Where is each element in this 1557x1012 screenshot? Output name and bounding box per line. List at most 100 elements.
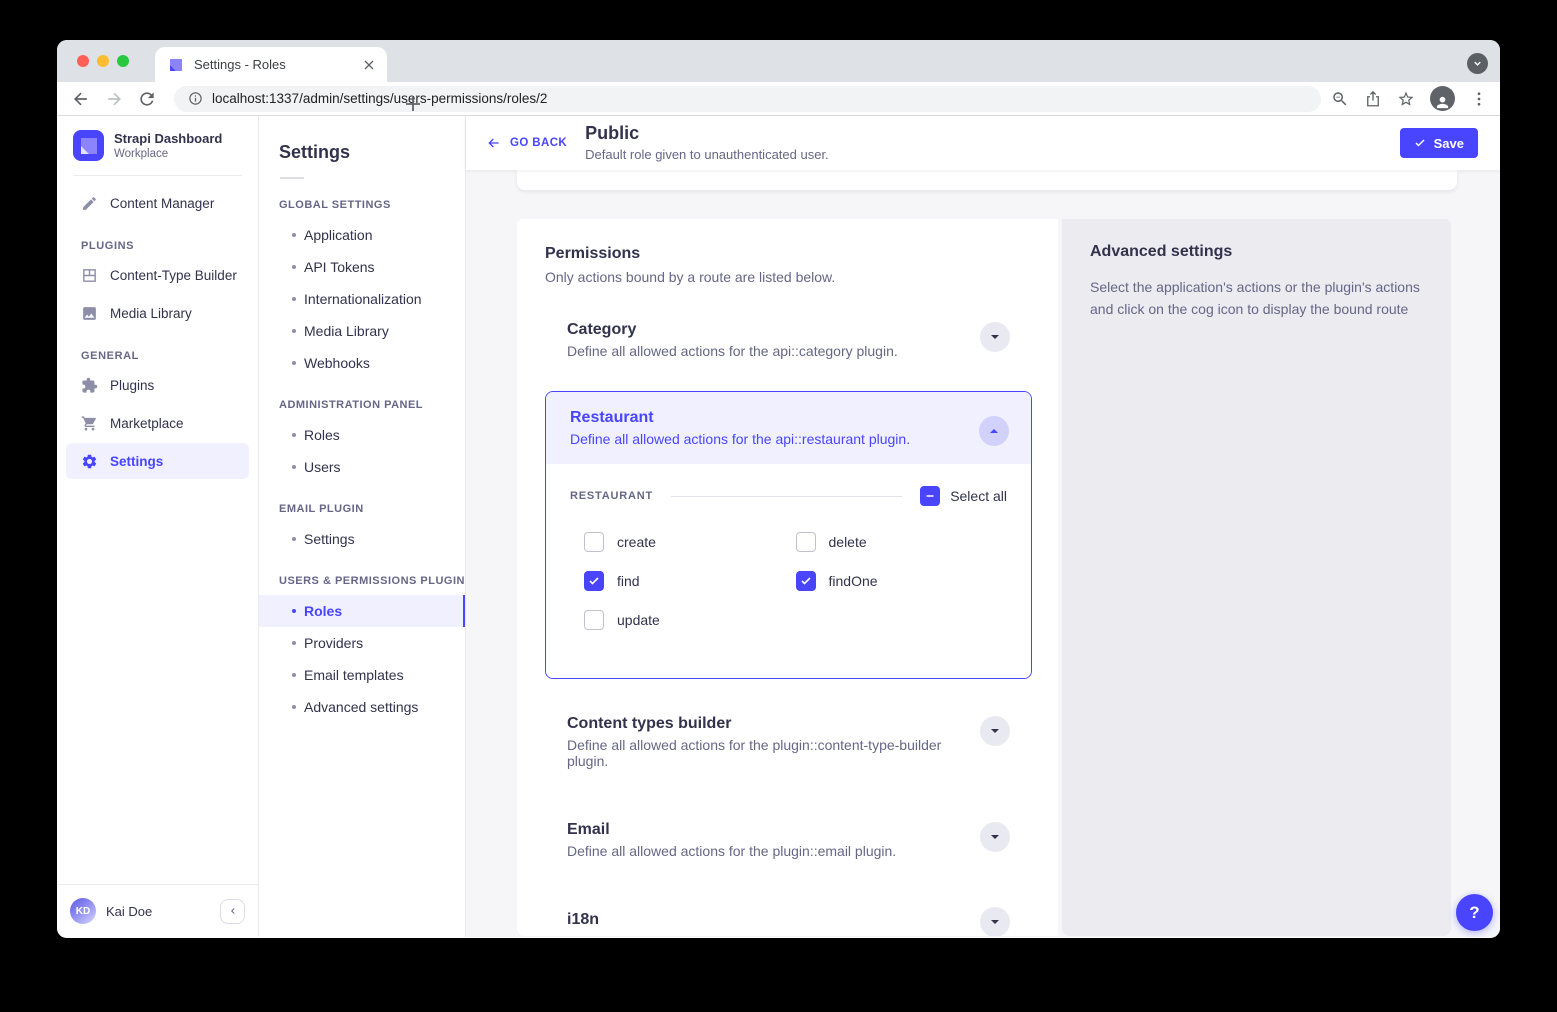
accordion-name: Restaurant xyxy=(570,409,961,427)
settings-item-label: Roles xyxy=(304,427,340,443)
select-all-label[interactable]: Select all xyxy=(950,488,1007,504)
chevron-left-icon xyxy=(228,906,238,916)
action-label: find xyxy=(617,573,640,589)
collapse-sidebar-button[interactable] xyxy=(220,899,245,924)
strapi-app: Strapi Dashboard Workplace Content Manag… xyxy=(57,116,1500,937)
expand-accordion-button[interactable] xyxy=(980,907,1010,936)
tab-search-button[interactable] xyxy=(1467,53,1488,74)
subsection-label: RESTAURANT xyxy=(570,490,653,502)
minimize-window-button[interactable] xyxy=(97,55,109,67)
bookmark-star-icon[interactable] xyxy=(1397,90,1415,108)
advanced-settings-body: Select the application's actions or the … xyxy=(1090,277,1420,320)
action-checkbox[interactable] xyxy=(796,571,816,591)
settings-item-webhooks[interactable]: Webhooks xyxy=(259,347,465,379)
expand-accordion-button[interactable] xyxy=(980,822,1010,852)
action-label: findOne xyxy=(829,573,878,589)
sidebar-item-media-library[interactable]: Media Library xyxy=(66,295,249,331)
settings-item-internationalization[interactable]: Internationalization xyxy=(259,283,465,315)
new-tab-button[interactable] xyxy=(401,92,425,116)
action-update[interactable]: update xyxy=(584,610,796,630)
action-findOne[interactable]: findOne xyxy=(796,571,1008,591)
settings-item-application[interactable]: Application xyxy=(259,219,465,251)
settings-item-advanced-settings[interactable]: Advanced settings xyxy=(259,691,465,723)
user-avatar[interactable]: KD xyxy=(70,898,96,924)
image-icon xyxy=(81,305,98,322)
help-button[interactable]: ? xyxy=(1456,894,1493,931)
gear-icon xyxy=(81,453,98,470)
browser-tab[interactable]: Settings - Roles xyxy=(155,47,387,82)
accordion-description: Define all allowed actions for the plugi… xyxy=(567,843,962,859)
browser-profile-avatar[interactable] xyxy=(1430,86,1455,111)
zoom-window-button[interactable] xyxy=(117,55,129,67)
browser-menu-icon[interactable] xyxy=(1470,90,1488,108)
action-delete[interactable]: delete xyxy=(796,532,1008,552)
settings-item-email-settings[interactable]: Settings xyxy=(259,523,465,555)
go-back-link[interactable]: GO BACK xyxy=(486,135,567,151)
brand-title: Strapi Dashboard xyxy=(114,131,222,146)
settings-item-label: API Tokens xyxy=(304,259,375,275)
sidebar-item-label: Media Library xyxy=(110,306,192,321)
accordion-restaurant-header[interactable]: Restaurant Define all allowed actions fo… xyxy=(546,392,1031,464)
reload-button[interactable] xyxy=(137,89,157,109)
sidebar-item-content-type-builder[interactable]: Content-Type Builder xyxy=(66,257,249,293)
action-find[interactable]: find xyxy=(584,571,796,591)
sidebar-section-label: PLUGINS xyxy=(81,240,258,252)
sidebar-item-label: Settings xyxy=(110,454,163,469)
action-checkbox[interactable] xyxy=(584,571,604,591)
settings-item-api-tokens[interactable]: API Tokens xyxy=(259,251,465,283)
accordion-category[interactable]: Category Define all allowed actions for … xyxy=(545,321,1032,359)
action-checkbox[interactable] xyxy=(796,532,816,552)
close-window-button[interactable] xyxy=(77,55,89,67)
toolbar-actions xyxy=(1331,86,1488,111)
accordion-email[interactable]: Email Define all allowed actions for the… xyxy=(545,821,1032,859)
permissions-panel: Permissions Only actions bound by a rout… xyxy=(517,219,1058,936)
expand-accordion-button[interactable] xyxy=(980,716,1010,746)
settings-item-email-templates[interactable]: Email templates xyxy=(259,659,465,691)
zoom-out-icon[interactable] xyxy=(1331,90,1349,108)
url-bar[interactable]: localhost:1337/admin/settings/users-perm… xyxy=(174,86,1321,112)
accordion-restaurant: Restaurant Define all allowed actions fo… xyxy=(545,391,1032,679)
main-content: GO BACK Public Default role given to una… xyxy=(466,116,1500,937)
action-label: update xyxy=(617,612,660,628)
action-checkbox[interactable] xyxy=(584,610,604,630)
strapi-favicon xyxy=(168,57,184,73)
action-checkbox[interactable] xyxy=(584,532,604,552)
puzzle-icon xyxy=(81,377,98,394)
save-button[interactable]: Save xyxy=(1400,128,1478,158)
sidebar-item-plugins[interactable]: Plugins xyxy=(66,367,249,403)
page-header: GO BACK Public Default role given to una… xyxy=(466,116,1500,170)
settings-subnav: Settings GLOBAL SETTINGS Application API… xyxy=(259,116,466,937)
accordion-content-types-builder[interactable]: Content types builder Define all allowed… xyxy=(545,715,1032,769)
settings-section-label: EMAIL PLUGIN xyxy=(279,503,465,515)
site-info-icon[interactable] xyxy=(188,91,203,106)
expand-accordion-button[interactable] xyxy=(980,322,1010,352)
back-button[interactable] xyxy=(71,89,91,109)
main-sidebar: Strapi Dashboard Workplace Content Manag… xyxy=(57,116,259,937)
tab-close-icon[interactable] xyxy=(361,57,377,73)
traffic-lights xyxy=(77,55,129,67)
brand[interactable]: Strapi Dashboard Workplace xyxy=(57,116,258,173)
settings-item-up-roles[interactable]: Roles xyxy=(259,595,465,627)
settings-item-label: Advanced settings xyxy=(304,699,418,715)
settings-item-admin-roles[interactable]: Roles xyxy=(259,419,465,451)
action-create[interactable]: create xyxy=(584,532,796,552)
accordion-description: Define all allowed actions for the plugi… xyxy=(567,737,962,769)
sidebar-item-settings[interactable]: Settings xyxy=(66,443,249,479)
accordion-name: Content types builder xyxy=(567,715,962,733)
collapse-accordion-button[interactable] xyxy=(979,416,1009,446)
cart-icon xyxy=(81,415,98,432)
sidebar-item-marketplace[interactable]: Marketplace xyxy=(66,405,249,441)
settings-item-label: Settings xyxy=(304,531,355,547)
accordion-i18n[interactable]: i18n xyxy=(545,911,1032,929)
sidebar-item-content-manager[interactable]: Content Manager xyxy=(66,185,249,221)
share-icon[interactable] xyxy=(1364,90,1382,108)
sidebar-item-label: Content Manager xyxy=(110,196,214,211)
settings-item-media-library[interactable]: Media Library xyxy=(259,315,465,347)
settings-item-label: Users xyxy=(304,459,341,475)
sidebar-footer: KD Kai Doe xyxy=(57,884,258,937)
settings-item-admin-users[interactable]: Users xyxy=(259,451,465,483)
settings-item-providers[interactable]: Providers xyxy=(259,627,465,659)
select-all-checkbox[interactable] xyxy=(920,486,940,506)
action-label: create xyxy=(617,534,656,550)
strapi-logo xyxy=(73,130,104,161)
